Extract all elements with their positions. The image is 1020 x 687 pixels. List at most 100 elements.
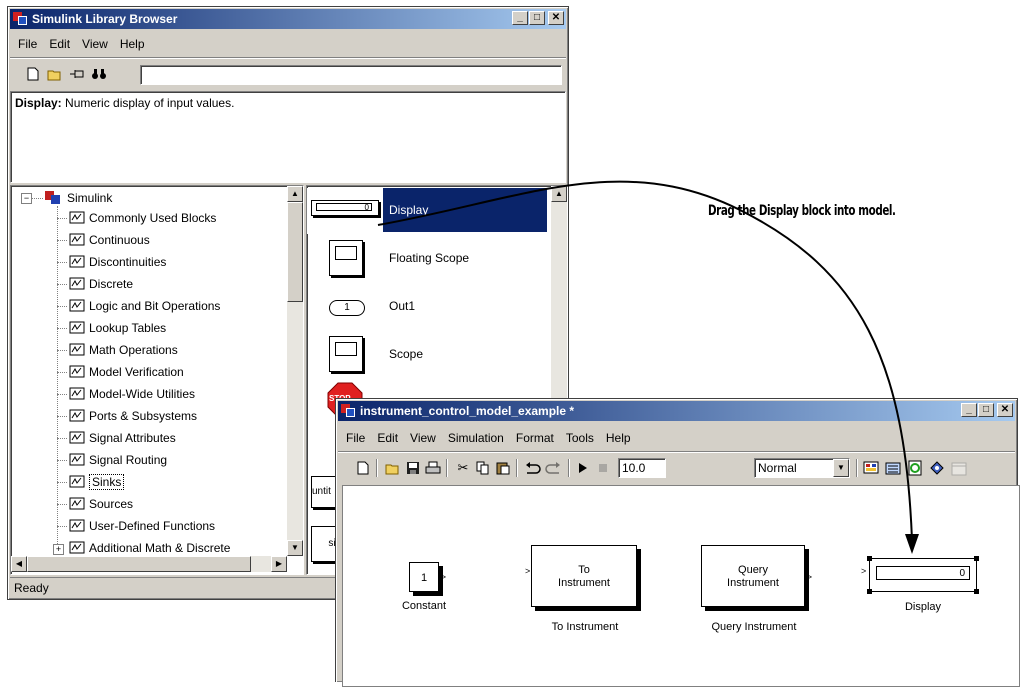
open-folder-icon[interactable] xyxy=(384,459,402,477)
paste-icon[interactable] xyxy=(494,459,512,477)
menu-help[interactable]: Help xyxy=(600,431,637,445)
new-model-icon[interactable] xyxy=(354,459,372,477)
selection-handle[interactable] xyxy=(867,589,872,594)
display-block[interactable]: 0 xyxy=(867,556,979,594)
redo-icon[interactable] xyxy=(544,459,562,477)
library-browser-icon[interactable] xyxy=(862,459,880,477)
tree-item-math-operations[interactable]: Math Operations xyxy=(11,340,287,360)
minimize-button[interactable]: _ xyxy=(512,11,528,25)
scroll-up-arrow-icon[interactable]: ▲ xyxy=(551,186,567,202)
tree-item-continuous[interactable]: Continuous xyxy=(11,230,287,250)
find-binoculars-icon[interactable] xyxy=(90,65,108,83)
tree-item-ports-subsystems[interactable]: Ports & Subsystems xyxy=(11,406,287,426)
to-instrument-label: To Instrument xyxy=(551,621,619,633)
selection-handle[interactable] xyxy=(867,556,872,561)
query-instrument-block[interactable]: Query Instrument > xyxy=(701,545,812,607)
menu-tools[interactable]: Tools xyxy=(560,431,600,445)
tree-item-user-defined-functions[interactable]: User-Defined Functions xyxy=(11,516,287,536)
block-description-pane: Display: Numeric display of input values… xyxy=(10,91,566,183)
simulink-app-icon xyxy=(340,403,356,419)
search-input[interactable] xyxy=(140,65,562,85)
update-diagram-icon[interactable] xyxy=(906,459,924,477)
model-titlebar[interactable]: instrument_control_model_example * _ □ ✕ xyxy=(338,401,1015,421)
library-block-display[interactable]: 0 Display xyxy=(307,188,555,234)
tree-item-model-wide-utilities[interactable]: Model-Wide Utilities xyxy=(11,384,287,404)
scroll-up-arrow-icon[interactable]: ▲ xyxy=(287,186,303,202)
maximize-button[interactable]: □ xyxy=(978,403,994,417)
maximize-button[interactable]: □ xyxy=(529,11,545,25)
scroll-right-arrow-icon[interactable]: ▶ xyxy=(271,556,287,572)
start-simulation-icon[interactable] xyxy=(574,459,592,477)
library-block-label: Scope xyxy=(389,347,424,361)
menu-simulation[interactable]: Simulation xyxy=(442,431,510,445)
annotation-text: Drag the Display block into model. xyxy=(708,203,896,219)
menu-edit[interactable]: Edit xyxy=(43,37,76,51)
window-title: Simulink Library Browser xyxy=(32,12,178,26)
stop-time-input[interactable]: 10.0 xyxy=(618,458,666,478)
subsystem-icon xyxy=(69,343,85,356)
tree-item-model-verification[interactable]: Model Verification xyxy=(11,362,287,382)
menu-help[interactable]: Help xyxy=(114,37,151,51)
status-text: Ready xyxy=(14,581,49,595)
menu-view[interactable]: View xyxy=(404,431,442,445)
cut-icon[interactable]: ✂ xyxy=(454,459,472,477)
selection-handle[interactable] xyxy=(974,556,979,561)
tree-item-lookup-tables[interactable]: Lookup Tables xyxy=(11,318,287,338)
expand-icon[interactable]: + xyxy=(53,544,64,555)
stop-simulation-icon[interactable] xyxy=(594,459,612,477)
print-icon[interactable] xyxy=(424,459,442,477)
subsystem-icon xyxy=(69,365,85,378)
close-button[interactable]: ✕ xyxy=(548,11,564,25)
library-block-out1[interactable]: 1 Out1 xyxy=(307,284,555,330)
subsystem-icon xyxy=(69,431,85,444)
library-block-scope[interactable]: Scope xyxy=(307,332,555,378)
model-explorer-icon[interactable] xyxy=(884,459,902,477)
tree-item-signal-attributes[interactable]: Signal Attributes xyxy=(11,428,287,448)
library-block-floating-scope[interactable]: Floating Scope xyxy=(307,236,555,282)
constant-block[interactable]: 1 > xyxy=(409,562,446,592)
chevron-down-icon[interactable]: ▼ xyxy=(833,459,849,477)
model-canvas[interactable]: 1 > Constant > To Instrument To Instrume… xyxy=(342,485,1020,687)
simulink-library-icon xyxy=(45,191,61,205)
scroll-down-arrow-icon[interactable]: ▼ xyxy=(287,540,303,556)
tree-horizontal-scrollbar[interactable]: ◀ ▶ xyxy=(11,556,287,572)
open-folder-icon[interactable] xyxy=(46,65,64,83)
subsystem-icon xyxy=(69,453,85,466)
menu-file[interactable]: File xyxy=(12,37,43,51)
subsystem-icon xyxy=(69,409,85,422)
simulation-mode-select[interactable]: Normal ▼ xyxy=(754,458,850,478)
h-scroll-thumb[interactable] xyxy=(27,556,251,572)
menu-file[interactable]: File xyxy=(340,431,371,445)
tree-vertical-scrollbar[interactable]: ▲ ▼ xyxy=(287,186,303,556)
menu-edit[interactable]: Edit xyxy=(371,431,404,445)
calendar-icon[interactable] xyxy=(950,459,968,477)
menu-format[interactable]: Format xyxy=(510,431,560,445)
scroll-left-arrow-icon[interactable]: ◀ xyxy=(11,556,27,572)
subsystem-icon xyxy=(69,541,85,554)
selection-handle[interactable] xyxy=(974,589,979,594)
minimize-button[interactable]: _ xyxy=(961,403,977,417)
library-tree: − Simulink Commonly Used Blocks Continuo… xyxy=(10,185,304,575)
description-block-name: Display: xyxy=(15,96,62,110)
menu-view[interactable]: View xyxy=(76,37,114,51)
debugger-icon[interactable] xyxy=(928,459,946,477)
tree-item-additional-math-discrete[interactable]: + Additional Math & Discrete xyxy=(11,538,287,556)
tree-item-discrete[interactable]: Discrete xyxy=(11,274,287,294)
to-instrument-block[interactable]: To Instrument xyxy=(531,545,637,607)
tree-item-sinks[interactable]: Sinks xyxy=(11,472,287,492)
pin-icon[interactable] xyxy=(68,65,86,83)
close-button[interactable]: ✕ xyxy=(997,403,1013,417)
output-port-icon: > xyxy=(440,572,446,582)
new-model-icon[interactable] xyxy=(24,65,42,83)
library-block-label: Floating Scope xyxy=(389,251,470,265)
save-icon[interactable] xyxy=(404,459,422,477)
tree-item-sources[interactable]: Sources xyxy=(11,494,287,514)
tree-item-signal-routing[interactable]: Signal Routing xyxy=(11,450,287,470)
copy-icon[interactable] xyxy=(474,459,492,477)
tree-item-commonly-used-blocks[interactable]: Commonly Used Blocks xyxy=(11,208,287,228)
tree-item-logic-and-bit-operations[interactable]: Logic and Bit Operations xyxy=(11,296,287,316)
tree-item-discontinuities[interactable]: Discontinuities xyxy=(11,252,287,272)
scroll-thumb[interactable] xyxy=(287,202,303,302)
undo-icon[interactable] xyxy=(524,459,542,477)
library-browser-titlebar[interactable]: Simulink Library Browser _ □ ✕ xyxy=(10,9,566,29)
